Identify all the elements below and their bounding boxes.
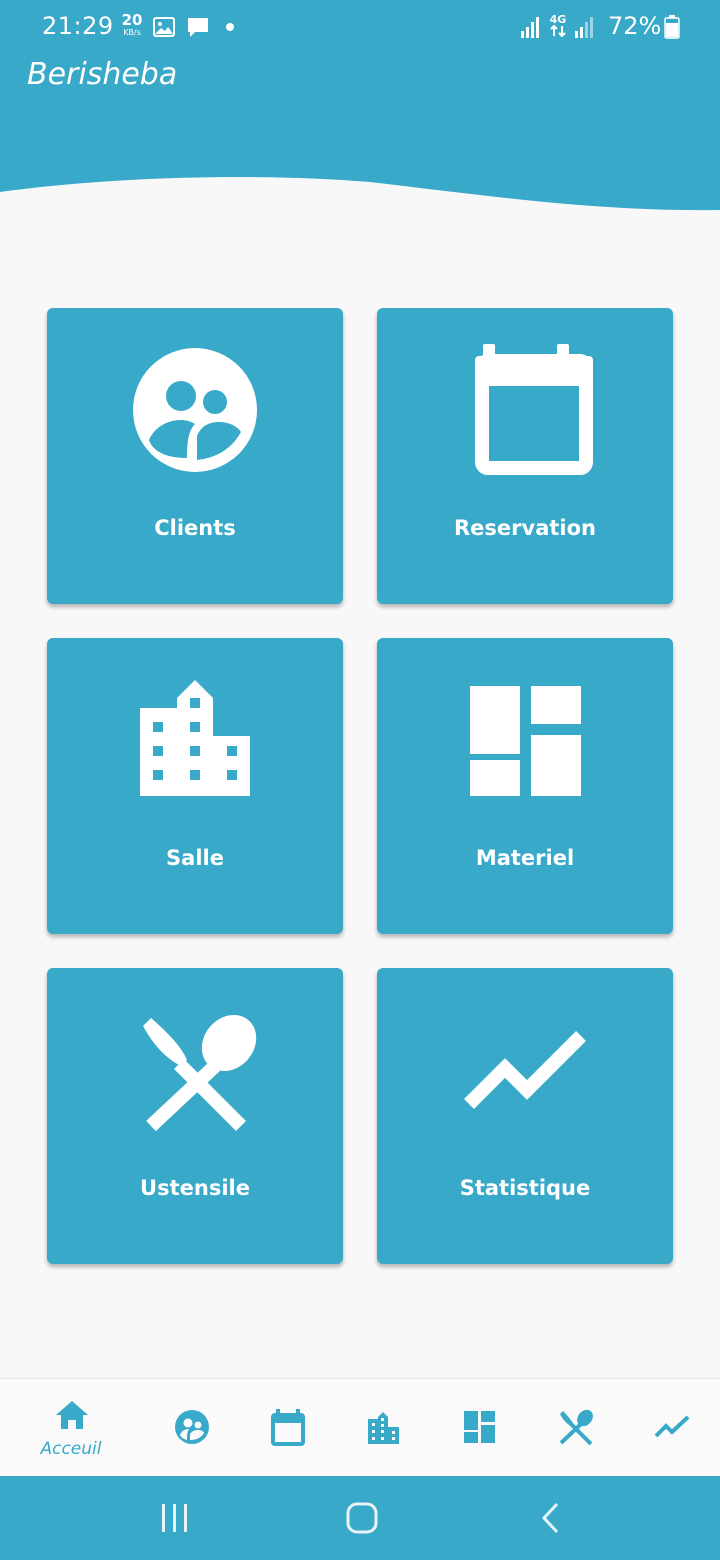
home-button-icon [346, 1502, 378, 1534]
signal-icon-2 [575, 17, 593, 38]
tile-label: Materiel [475, 846, 575, 870]
tile-label: Statistique [459, 1176, 591, 1200]
network-speed-unit: KB/s [123, 28, 141, 37]
home-button[interactable] [302, 1476, 422, 1560]
nav-item-home[interactable]: Acceuil [23, 1379, 119, 1477]
back-button[interactable] [490, 1476, 610, 1560]
recents-button[interactable] [115, 1476, 235, 1560]
calendar-icon [475, 344, 593, 475]
data-arrows-icon [550, 24, 566, 38]
image-icon [153, 17, 175, 37]
clients-icon [133, 348, 257, 472]
app-header: 21:29 20 KB/s 4G 72% Berisheba [0, 0, 720, 215]
nav-item-reservation[interactable] [240, 1379, 336, 1477]
recents-icon [162, 1504, 187, 1532]
tile-clients[interactable]: Clients [47, 308, 343, 604]
nav-label-home: Acceuil [40, 1439, 102, 1459]
message-icon [188, 18, 208, 37]
tile-statistique[interactable]: Statistique [377, 968, 673, 1264]
tile-label: Clients [154, 516, 236, 540]
home-icon [56, 1401, 88, 1429]
network-speed-value: 20 [121, 11, 143, 29]
building-icon [140, 680, 250, 796]
clients-icon [175, 1410, 209, 1444]
calendar-icon [271, 1409, 305, 1446]
tile-label: Salle [166, 846, 224, 870]
dashboard-icon [470, 686, 581, 796]
app-title: Berisheba [27, 57, 178, 92]
tile-ustensile[interactable]: Ustensile [47, 968, 343, 1264]
nav-item-ustensile[interactable] [528, 1379, 624, 1477]
back-icon [541, 1502, 559, 1534]
utensils-icon [143, 1014, 257, 1132]
lte-icon: 4G [547, 14, 569, 39]
trending-icon [654, 1415, 690, 1438]
dashboard-icon [464, 1411, 495, 1443]
nav-item-statistique[interactable] [624, 1379, 720, 1477]
tile-label: Ustensile [140, 1176, 250, 1200]
signal-icon [521, 17, 539, 38]
tile-label: Reservation [454, 516, 596, 540]
nav-item-materiel[interactable] [432, 1379, 528, 1477]
battery-icon [664, 15, 680, 39]
status-time: 21:29 [42, 12, 114, 40]
bottom-nav: Acceuil [0, 1378, 720, 1477]
tile-reservation[interactable]: Reservation [377, 308, 673, 604]
building-icon [368, 1412, 399, 1444]
utensils-icon [559, 1409, 593, 1445]
network-speed: 20 KB/s [118, 13, 146, 37]
dot-icon [226, 23, 234, 31]
status-bar: 21:29 20 KB/s 4G 72% [0, 0, 720, 56]
trending-icon [464, 1031, 586, 1109]
system-navigation-bar [0, 1476, 720, 1560]
tile-materiel[interactable]: Materiel [377, 638, 673, 934]
tile-salle[interactable]: Salle [47, 638, 343, 934]
nav-item-salle[interactable] [336, 1379, 432, 1477]
battery-percent: 72% [608, 12, 662, 40]
nav-item-clients[interactable] [144, 1379, 240, 1477]
